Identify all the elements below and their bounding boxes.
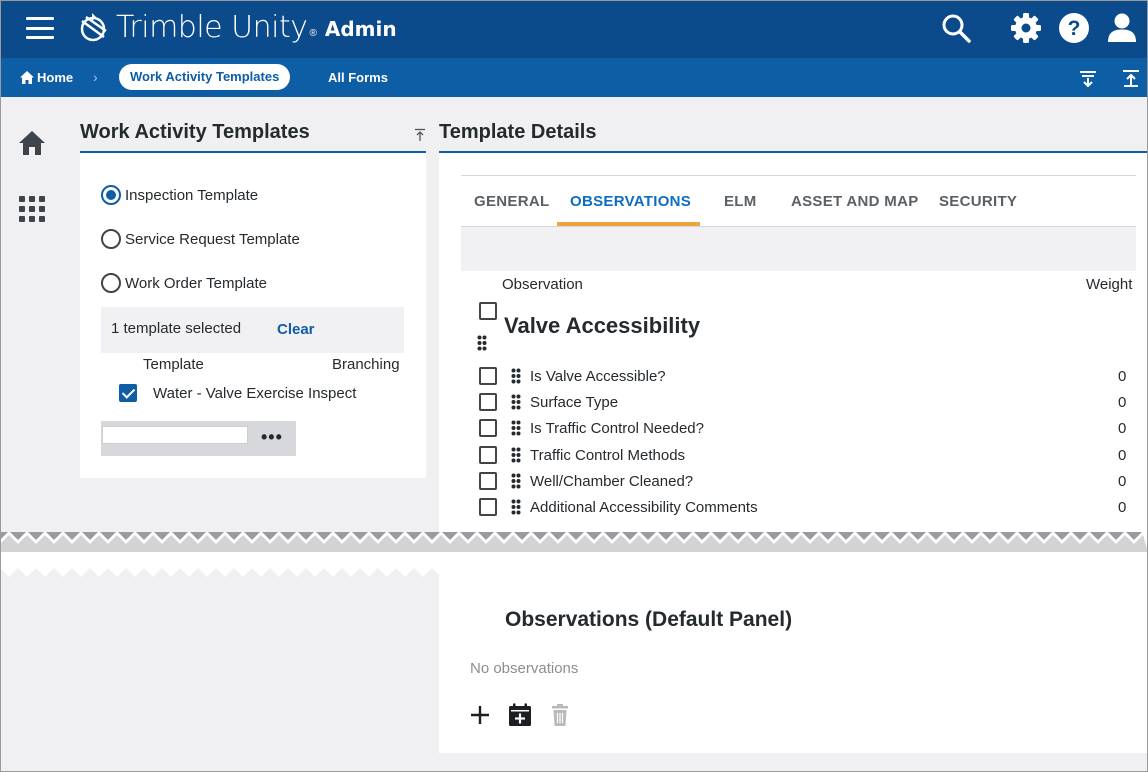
app-brand[interactable]: Trimble Unity ® Admin — [78, 10, 397, 45]
breadcrumb-home[interactable]: Home — [20, 70, 73, 85]
collapse-up-icon[interactable] — [1121, 68, 1141, 88]
gear-icon[interactable] — [1010, 12, 1042, 44]
right-panel-title: Template Details — [439, 121, 597, 143]
breadcrumb-current[interactable]: Work Activity Templates — [119, 64, 291, 90]
tab-elm[interactable]: ELM — [724, 193, 757, 210]
breadcrumb: Home › Work Activity Templates All Forms — [0, 58, 1148, 97]
svg-text:?: ? — [1068, 17, 1081, 40]
observation-label: Traffic Control Methods — [530, 447, 686, 464]
column-header-branching: Branching — [332, 356, 400, 373]
torn-right-fill — [439, 568, 1148, 584]
drag-handle-icon[interactable] — [511, 368, 521, 384]
observation-weight: 0 — [1118, 394, 1127, 411]
observation-checkbox[interactable] — [479, 472, 497, 490]
drag-handle-icon[interactable] — [511, 499, 521, 515]
observation-weight: 0 — [1118, 447, 1127, 464]
torn-edge-divider — [0, 532, 1148, 584]
template-search-box: ••• — [101, 421, 296, 456]
drag-handle-icon[interactable] — [511, 447, 521, 463]
observations-toolbar — [461, 227, 1136, 271]
breadcrumb-all-forms[interactable]: All Forms — [328, 70, 388, 85]
observation-label: Is Valve Accessible? — [530, 368, 666, 385]
tab-security[interactable]: SECURITY — [939, 193, 1017, 210]
tab-general[interactable]: GENERAL — [474, 193, 549, 210]
radio-work-order-template[interactable]: Work Order Template — [101, 273, 267, 293]
observation-checkbox[interactable] — [479, 367, 497, 385]
drag-handle-icon[interactable] — [477, 335, 487, 351]
observation-label: Surface Type — [530, 394, 619, 411]
app-header: Trimble Unity ® Admin ? — [0, 0, 1148, 58]
default-panel-title: Observations (Default Panel) — [505, 608, 793, 631]
breadcrumb-separator: › — [93, 69, 98, 85]
observation-label: Well/Chamber Cleaned? — [530, 473, 694, 490]
nav-rail — [0, 97, 62, 772]
radio-label: Inspection Template — [125, 186, 259, 204]
tabs-divider-top — [461, 175, 1136, 176]
radio-button[interactable] — [101, 229, 121, 249]
column-header-template: Template — [143, 356, 204, 373]
observation-weight: 0 — [1118, 368, 1127, 385]
user-icon[interactable] — [1106, 12, 1138, 44]
collapse-panel-icon[interactable] — [414, 128, 426, 142]
home-icon — [20, 71, 34, 84]
plus-icon[interactable] — [468, 703, 492, 727]
observation-checkbox[interactable] — [479, 498, 497, 516]
template-search-input[interactable] — [102, 426, 248, 444]
breadcrumb-home-label: Home — [37, 70, 74, 85]
observation-weight: 0 — [1118, 420, 1127, 437]
radio-button[interactable] — [101, 273, 121, 293]
template-name: Water - Valve Exercise Inspect — [153, 385, 357, 402]
radio-label: Service Request Template — [125, 230, 300, 248]
drag-handle-icon[interactable] — [511, 394, 521, 410]
column-header-weight: Weight — [1086, 276, 1133, 293]
tab-observations[interactable]: OBSERVATIONS — [570, 193, 691, 210]
brand-name: Trimble Unity — [116, 10, 308, 45]
column-header-observation: Observation — [502, 276, 583, 293]
group-checkbox[interactable] — [479, 302, 497, 320]
brand-section: Admin — [324, 17, 397, 41]
clear-button[interactable]: Clear — [277, 321, 315, 338]
radio-button[interactable] — [101, 185, 121, 205]
hamburger-icon[interactable] — [26, 17, 54, 39]
drag-handle-icon[interactable] — [511, 420, 521, 436]
more-options-button[interactable]: ••• — [261, 427, 283, 448]
tab-asset-and-map[interactable]: ASSET AND MAP — [791, 193, 919, 210]
observation-label: Is Traffic Control Needed? — [530, 420, 704, 437]
radio-label: Work Order Template — [125, 274, 267, 292]
radio-inspection-template[interactable]: Inspection Template — [101, 185, 258, 205]
observation-group-title: Valve Accessibility — [504, 313, 701, 338]
left-panel-title: Work Activity Templates — [80, 121, 310, 143]
selection-summary: 1 template selected Clear — [101, 307, 404, 353]
empty-observations-text: No observations — [470, 660, 579, 677]
observation-checkbox[interactable] — [479, 393, 497, 411]
help-icon[interactable]: ? — [1058, 12, 1090, 44]
selection-count: 1 template selected — [111, 320, 242, 337]
observation-weight: 0 — [1118, 473, 1127, 490]
home-icon[interactable] — [18, 129, 46, 157]
observation-label: Additional Accessibility Comments — [530, 499, 758, 516]
brand-registered-mark: ® — [309, 28, 317, 39]
calendar-add-icon[interactable] — [508, 703, 532, 727]
observation-checkbox[interactable] — [479, 446, 497, 464]
trash-icon[interactable] — [548, 703, 572, 727]
drag-handle-icon[interactable] — [511, 473, 521, 489]
search-icon[interactable] — [940, 12, 972, 44]
radio-service-request-template[interactable]: Service Request Template — [101, 229, 300, 249]
template-checkbox[interactable] — [119, 384, 137, 402]
observation-weight: 0 — [1118, 499, 1127, 516]
observation-checkbox[interactable] — [479, 419, 497, 437]
trimble-logo-icon — [80, 12, 107, 41]
apps-grid-icon[interactable] — [18, 195, 46, 223]
expand-down-icon[interactable] — [1078, 68, 1098, 88]
